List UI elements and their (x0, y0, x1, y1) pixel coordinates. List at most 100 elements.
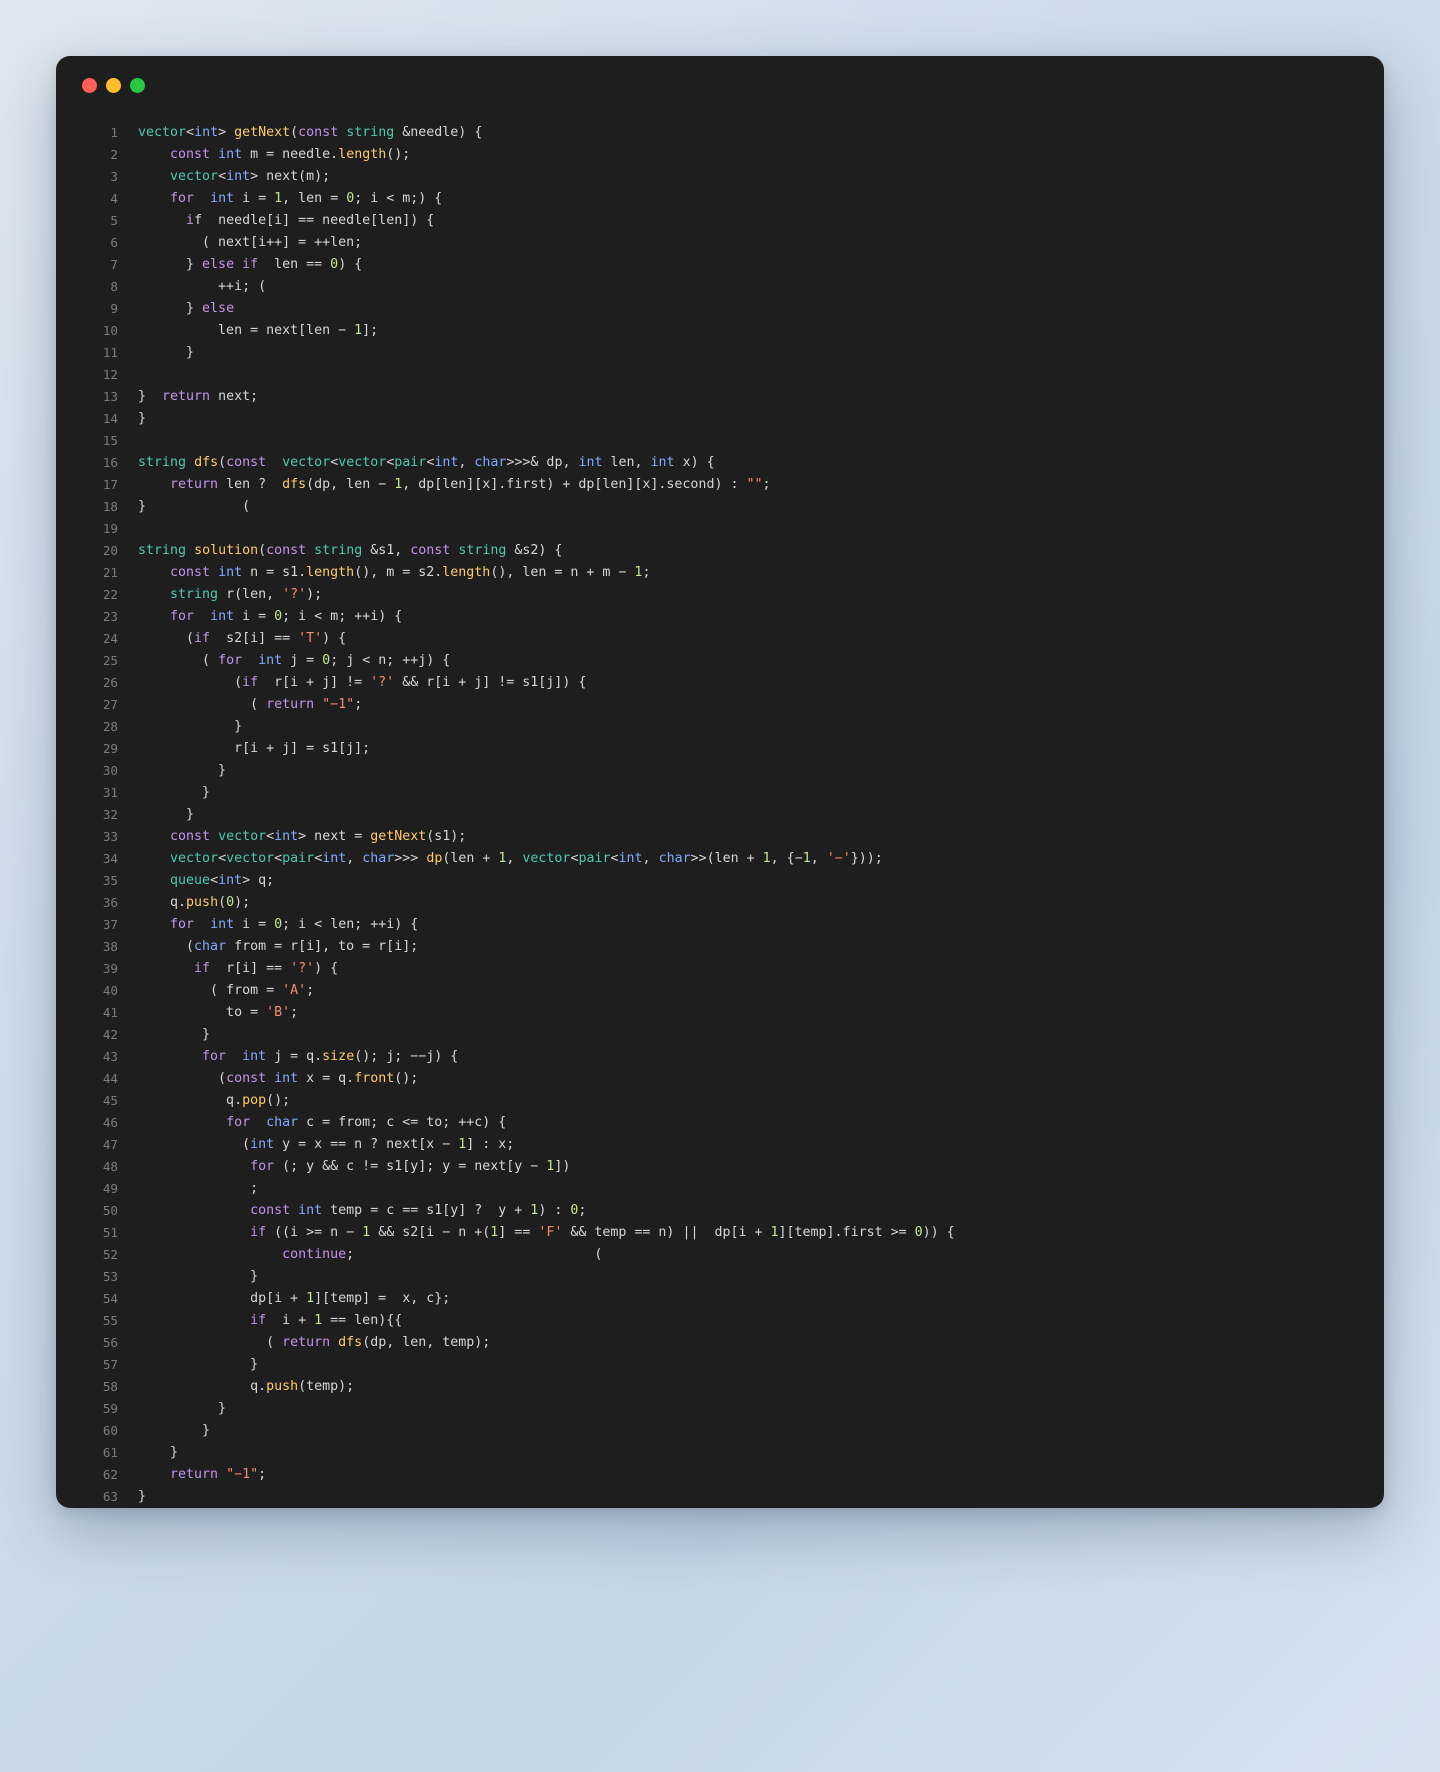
code-line[interactable]: 10 len = next[len − 1]; (56, 320, 1384, 342)
code-line[interactable]: 28 } (56, 716, 1384, 738)
line-number: 61 (102, 1445, 118, 1460)
code-line-text: } (138, 1489, 147, 1504)
code-line[interactable]: 51 if ((i >= n − 1 && s2[i − n +(1] == '… (56, 1222, 1384, 1244)
code-line[interactable]: 33 const vector<int> next = getNext(s1); (56, 826, 1384, 848)
code-line[interactable]: 55 if i + 1 == len){{ (56, 1310, 1384, 1332)
code-line[interactable]: 16 string dfs(const vector<vector<pair<in… (56, 452, 1384, 474)
code-line[interactable]: 63} (56, 1486, 1384, 1508)
code-line-text: } (138, 1445, 179, 1460)
code-line[interactable]: 59 } (56, 1398, 1384, 1420)
line-number: 10 (102, 323, 118, 338)
code-line[interactable]: 34 vector<vector<pair<int, char>>> dp(le… (56, 848, 1384, 870)
code-line[interactable]: 40 ( from = 'A'; (56, 980, 1384, 1002)
code-line-text: } (138, 1401, 227, 1416)
code-line[interactable]: 24 (if s2[i] == 'T') { (56, 628, 1384, 650)
code-line-text: for int j = q.size(); j; −−j) { (202, 1049, 459, 1064)
code-line-text: const int n = s1.length(), m = s2.length… (170, 565, 651, 580)
code-line[interactable]: 37 for int i = 0; i < len; ++i) { (56, 914, 1384, 936)
code-line-text: return len ? dfs(dp, len − 1, dp[len][x]… (170, 477, 771, 492)
line-number: 23 (102, 609, 118, 624)
code-line[interactable]: 56 ( return dfs(dp, len, temp); (56, 1332, 1384, 1354)
code-line[interactable]: 8 ++i; ( (56, 276, 1384, 298)
code-line[interactable]: 39 if r[i] == '?') { (56, 958, 1384, 980)
code-line[interactable]: 7 } else if len == 0) { (56, 254, 1384, 276)
code-line[interactable]: 25 ( for int j = 0; j < n; ++j) { (56, 650, 1384, 672)
line-number: 18 (102, 499, 118, 514)
code-line[interactable]: 49 ; (56, 1178, 1384, 1200)
code-line[interactable]: 22 string r(len, '?'); (56, 584, 1384, 606)
code-line[interactable]: 11 } (56, 342, 1384, 364)
code-line[interactable]: 29 r[i + j] = s1[j]; (56, 738, 1384, 760)
line-number: 14 (102, 411, 118, 426)
code-line[interactable]: 38 (char from = r[i], to = r[i]; (56, 936, 1384, 958)
code-line[interactable]: 58 q.push(temp); (56, 1376, 1384, 1398)
code-line[interactable]: 15 (56, 430, 1384, 452)
code-line[interactable]: 45 q.pop(); (56, 1090, 1384, 1112)
code-line[interactable]: 3 vector<int> next(m); (56, 166, 1384, 188)
code-line[interactable]: 2 const int m = needle.length(); (56, 144, 1384, 166)
code-line-text: if ((i >= n − 1 && s2[i − n +(1] == 'F' … (250, 1225, 955, 1240)
code-line-text: (if r[i + j] != '?' && r[i + j] != s1[j]… (138, 675, 587, 690)
minimize-button[interactable] (106, 77, 121, 93)
code-line[interactable]: 54 dp[i + 1][temp] = x, c}; (56, 1288, 1384, 1310)
code-line-text: } (138, 411, 147, 426)
code-line-text: vector<vector<pair<int, char>>> dp(len +… (170, 851, 883, 866)
line-number: 5 (110, 213, 118, 228)
code-line[interactable]: 19 (56, 518, 1384, 540)
code-line-text: q.push(0); (138, 895, 251, 910)
code-line[interactable]: 31 } (56, 782, 1384, 804)
code-line[interactable]: 9 } else (56, 298, 1384, 320)
code-line[interactable]: 35 queue<int> q; (56, 870, 1384, 892)
code-line[interactable]: 52 continue; ( (56, 1244, 1384, 1266)
code-line[interactable]: 18 } ( (56, 496, 1384, 518)
code-line[interactable]: 4 for int i = 1, len = 0; i < m;) { (56, 188, 1384, 210)
code-line[interactable]: 36 q.push(0); (56, 892, 1384, 914)
code-line[interactable]: 44 (const int x = q.front(); (56, 1068, 1384, 1090)
code-line[interactable]: 41 to = 'B'; (56, 1002, 1384, 1024)
line-number: 43 (102, 1049, 118, 1064)
code-line[interactable]: 14} (56, 408, 1384, 430)
code-line-text: ( next[i++] = ++len; (138, 235, 363, 250)
code-line[interactable]: 21 const int n = s1.length(), m = s2.len… (56, 562, 1384, 584)
code-line-text: for int i = 0; i < len; ++i) { (170, 917, 419, 932)
line-number: 29 (102, 741, 118, 756)
line-number: 13 (102, 389, 118, 404)
line-number: 36 (102, 895, 118, 910)
code-line[interactable]: 62 return "−1"; (56, 1464, 1384, 1486)
code-line[interactable]: 30 } (56, 760, 1384, 782)
code-line[interactable]: 60 } (56, 1420, 1384, 1442)
code-line[interactable]: 57 } (56, 1354, 1384, 1376)
line-number: 54 (102, 1291, 118, 1306)
code-line[interactable]: 42 } (56, 1024, 1384, 1046)
code-line[interactable]: 5 if needle[i] == needle[len]) { (56, 210, 1384, 232)
code-line[interactable]: 6 ( next[i++] = ++len; (56, 232, 1384, 254)
code-line-text: ( for int j = 0; j < n; ++j) { (138, 653, 451, 668)
code-line[interactable]: 61 } (56, 1442, 1384, 1464)
line-number: 11 (102, 345, 118, 360)
code-line-text: (int y = x == n ? next[x − 1] : x; (138, 1137, 515, 1152)
code-line[interactable]: 13} return next; (56, 386, 1384, 408)
code-line[interactable]: 17 return len ? dfs(dp, len − 1, dp[len]… (56, 474, 1384, 496)
code-line[interactable]: 50 const int temp = c == s1[y] ? y + 1) … (56, 1200, 1384, 1222)
code-line[interactable]: 23 for int i = 0; i < m; ++i) { (56, 606, 1384, 628)
code-line[interactable]: 48 for (; y && c != s1[y]; y = next[y − … (56, 1156, 1384, 1178)
code-line-text: to = 'B'; (138, 1005, 299, 1020)
line-number: 37 (102, 917, 118, 932)
code-line-text: ++i; ( (138, 279, 267, 294)
code-line[interactable]: 1 vector<int> getNext(const string &needl… (56, 122, 1384, 144)
code-line[interactable]: 27 ( return "−1"; (56, 694, 1384, 716)
code-line[interactable]: 43 for int j = q.size(); j; −−j) { (56, 1046, 1384, 1068)
code-line-text: } ( (138, 499, 251, 514)
code-listing[interactable]: 1 vector<int> getNext(const string &needl… (56, 114, 1384, 1508)
code-line-text: dp[i + 1][temp] = x, c}; (138, 1291, 451, 1306)
code-line[interactable]: 53 } (56, 1266, 1384, 1288)
close-button[interactable] (82, 77, 97, 93)
window-titlebar (56, 56, 1384, 114)
code-line[interactable]: 12 (56, 364, 1384, 386)
code-line[interactable]: 32 } (56, 804, 1384, 826)
code-line[interactable]: 46 for char c = from; c <= to; ++c) { (56, 1112, 1384, 1134)
maximize-button[interactable] (130, 77, 145, 93)
code-line[interactable]: 47 (int y = x == n ? next[x − 1] : x; (56, 1134, 1384, 1156)
code-line[interactable]: 26 (if r[i + j] != '?' && r[i + j] != s1… (56, 672, 1384, 694)
code-line[interactable]: 20 string solution(const string &s1, cons… (56, 540, 1384, 562)
